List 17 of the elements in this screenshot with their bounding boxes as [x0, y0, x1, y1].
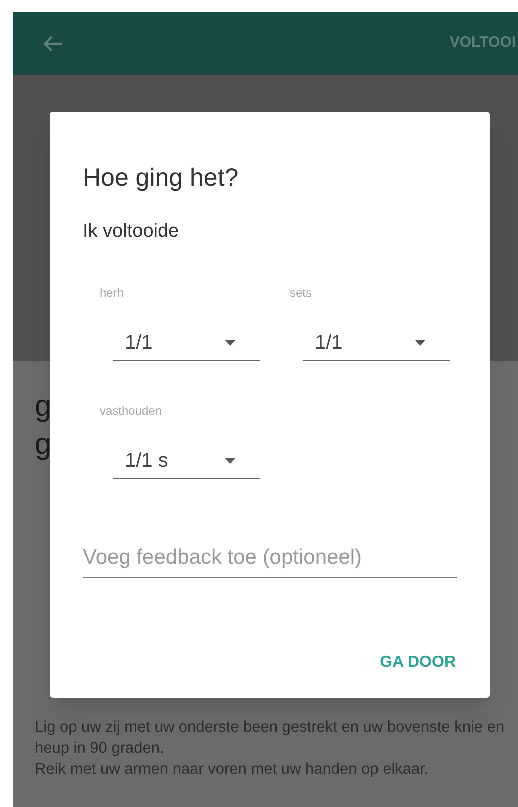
- heading-text: g: [35, 427, 52, 463]
- dropdown-caret-icon: [415, 340, 426, 346]
- select-label: vasthouden: [100, 403, 162, 420]
- dropdown[interactable]: 1/1: [113, 325, 260, 361]
- select-label: herh: [100, 285, 124, 302]
- dialog-title: Hoe ging het?: [83, 163, 239, 194]
- dropdown[interactable]: 1/1: [303, 325, 450, 361]
- feedback-field[interactable]: Voeg feedback toe (optioneel): [83, 538, 457, 578]
- dropdown-caret-icon: [225, 458, 236, 464]
- description-text: Reik met uw armen naar voren met uw handen op elkaar.: [35, 760, 430, 780]
- select-label: sets: [290, 285, 312, 302]
- dropdown[interactable]: 1/1 s: [113, 443, 260, 479]
- dropdown-caret-icon: [225, 340, 236, 346]
- dialog-subtitle: Ik voltooide: [83, 220, 180, 244]
- description-text: Lig op uw zij met uw onderste been gestrekt en uw bovenste knie en heup in 90 graden.: [35, 718, 505, 759]
- back-arrow-icon[interactable]: [43, 34, 63, 52]
- heading-text: g: [35, 389, 52, 425]
